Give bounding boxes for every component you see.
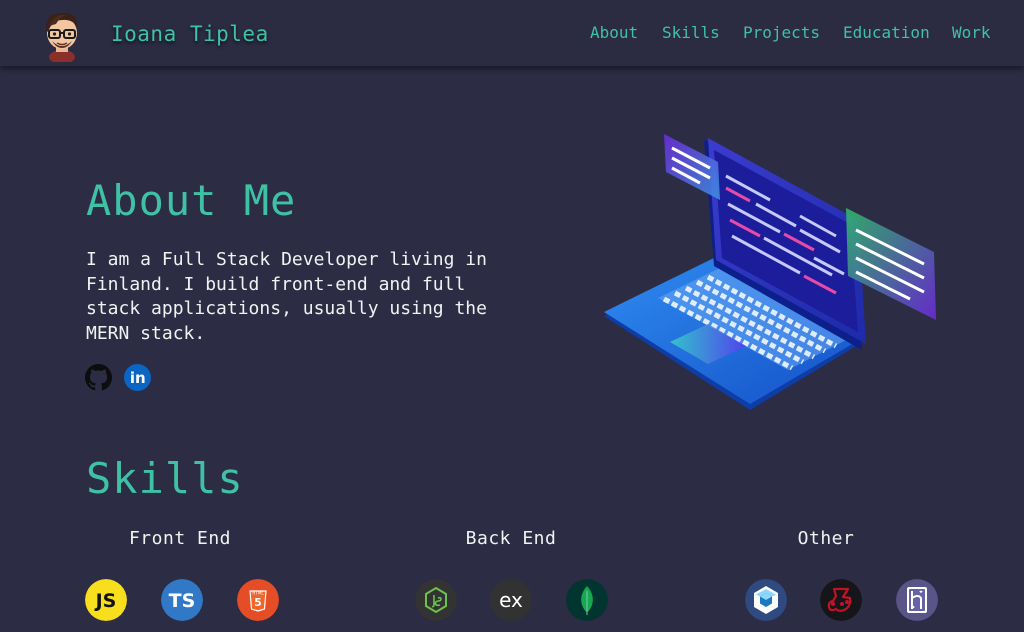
javascript-icon: JS (85, 579, 127, 621)
webpack-icon (745, 579, 787, 621)
skills-title: Skills (86, 454, 244, 503)
typescript-icon: TS (161, 579, 203, 621)
linkedin-letters: in (130, 369, 146, 387)
heroku-icon (896, 579, 938, 621)
nav-skills[interactable]: Skills (662, 23, 720, 42)
about-title: About Me (86, 176, 297, 225)
laptop-illustration (604, 134, 936, 410)
javascript-letters: JS (94, 590, 117, 612)
html5-number: 5 (254, 596, 262, 609)
nav-about[interactable]: About (590, 23, 638, 42)
html5-icon: HTML 5 (237, 579, 279, 621)
main-nav: About Skills Projects Education Work (0, 23, 1024, 45)
jest-icon (820, 579, 862, 621)
about-description: I am a Full Stack Developer living in Fi… (86, 249, 487, 344)
skill-category-back-end: Back End (465, 528, 557, 549)
html5-badge-text: HTML (252, 591, 264, 596)
skill-category-other: Other (797, 528, 855, 549)
skill-category-front-end: Front End (128, 528, 232, 549)
linkedin-icon[interactable]: in (124, 364, 151, 391)
nav-projects[interactable]: Projects (743, 23, 820, 42)
typescript-letters: TS (169, 590, 196, 612)
mongodb-icon (566, 579, 608, 621)
express-letters: ex (499, 588, 523, 612)
site-header: Ioana Tiplea About Skills Projects Educa… (0, 0, 1024, 66)
express-icon: ex (490, 579, 532, 621)
nav-work[interactable]: Work (952, 23, 991, 42)
github-icon[interactable] (85, 364, 112, 391)
nodejs-icon (415, 579, 457, 621)
nav-education[interactable]: Education (843, 23, 930, 42)
